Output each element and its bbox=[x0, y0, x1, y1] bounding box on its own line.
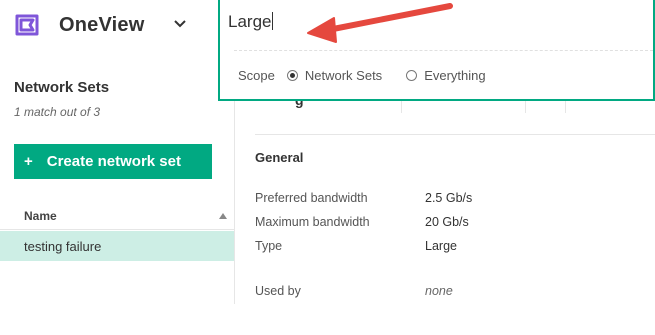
text-caret bbox=[272, 12, 274, 30]
section-title: General bbox=[255, 150, 304, 165]
general-section: General Preferred bandwidth 2.5 Gb/s Max… bbox=[255, 134, 655, 335]
sidebar: Network Sets 1 match out of 3 + Create n… bbox=[0, 56, 235, 304]
property-label: Maximum bandwidth bbox=[255, 215, 370, 229]
property-value: 2.5 Gb/s bbox=[425, 191, 473, 205]
search-divider bbox=[234, 50, 653, 51]
radio-unchecked-icon[interactable] bbox=[406, 70, 418, 81]
oneview-logo-icon[interactable] bbox=[14, 13, 40, 37]
scope-label: Scope bbox=[238, 68, 275, 83]
list-divider bbox=[0, 229, 234, 230]
app-title[interactable]: OneView bbox=[59, 14, 145, 37]
list-item[interactable]: testing failure bbox=[0, 231, 234, 261]
annotation-arrow-icon bbox=[307, 3, 453, 43]
property-value: 20 Gb/s bbox=[425, 215, 469, 229]
sort-ascending-icon[interactable] bbox=[219, 212, 227, 220]
create-button-label: Create network set bbox=[46, 153, 181, 170]
app-header: OneView bbox=[0, 0, 220, 56]
scope-option-label: Everything bbox=[424, 68, 486, 83]
scope-option-everything[interactable]: Everything bbox=[406, 68, 486, 83]
property-label: Preferred bandwidth bbox=[255, 191, 368, 205]
column-divider bbox=[525, 101, 526, 113]
list-item-name: testing failure bbox=[24, 238, 102, 254]
column-divider bbox=[401, 101, 402, 113]
property-label: Type bbox=[255, 239, 283, 253]
scope-option-network-sets[interactable]: Network Sets bbox=[286, 68, 383, 83]
property-value: none bbox=[425, 284, 453, 298]
match-count: 1 match out of 3 bbox=[14, 105, 101, 119]
scope-row: Scope Network Sets Everything bbox=[238, 68, 510, 83]
scope-option-label: Network Sets bbox=[304, 68, 383, 83]
search-input-value: Large bbox=[228, 12, 272, 31]
create-network-set-button[interactable]: + Create network set bbox=[14, 144, 212, 179]
search-input[interactable]: Large bbox=[228, 12, 274, 32]
column-divider bbox=[565, 101, 566, 113]
plus-icon: + bbox=[24, 153, 33, 170]
name-column-header[interactable]: Name bbox=[24, 209, 57, 223]
sidebar-title: Network Sets bbox=[14, 79, 110, 96]
property-value: Large bbox=[425, 239, 457, 253]
property-label: Used by bbox=[255, 284, 301, 298]
radio-checked-icon[interactable] bbox=[286, 70, 298, 81]
chevron-down-icon[interactable] bbox=[173, 19, 187, 29]
